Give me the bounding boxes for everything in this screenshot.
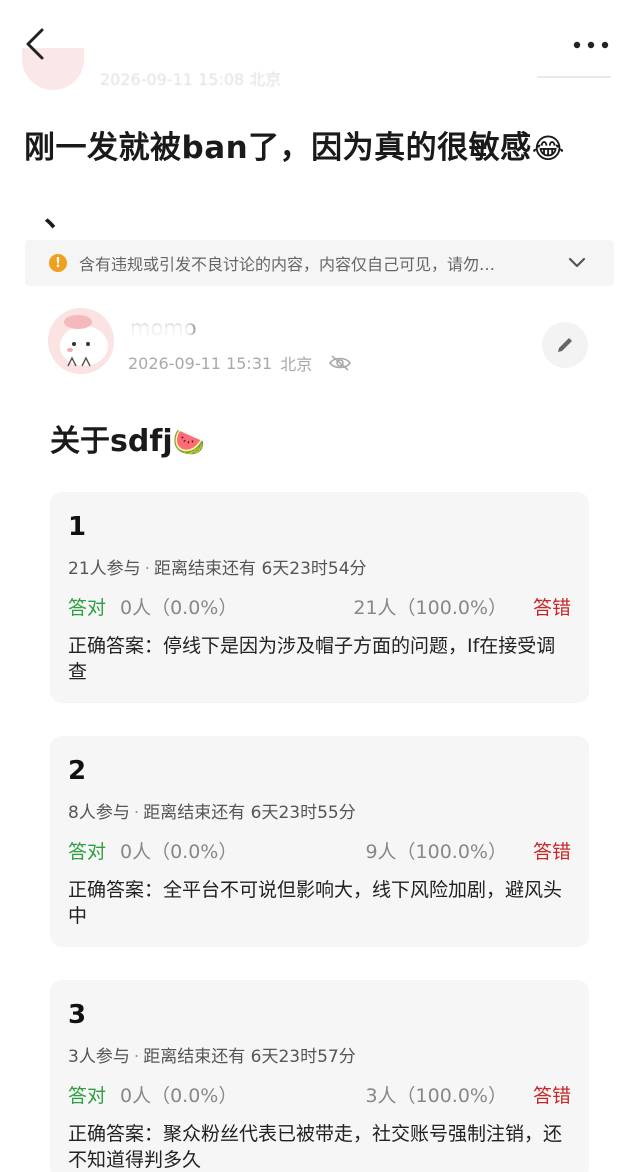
right-value: 0人（0.0%） [120, 597, 238, 619]
more-button[interactable] [571, 30, 611, 60]
quiz-stats-separator: · [144, 559, 151, 579]
post-title-text: 刚一发就被ban了，因为真的很敏感 [24, 130, 532, 166]
wrong-label: 答错 [532, 1085, 571, 1107]
post-title: 刚一发就被ban了，因为真的很敏感😂 [24, 122, 614, 167]
scrolled-divider [537, 76, 611, 78]
wrong-label: 答错 [532, 841, 571, 863]
pencil-icon [558, 338, 572, 352]
content-warning-bar[interactable]: ! 含有违规或引发不良讨论的内容，内容仅自己可见，请勿… [25, 240, 614, 286]
sub-post-title: 关于sdfj🍉 [50, 416, 205, 460]
quiz-participants: 8人参与 [68, 803, 130, 823]
right-label: 答对 [68, 1085, 107, 1107]
eye-off-icon [329, 355, 352, 371]
post-location: 北京 [280, 355, 313, 374]
sub-post-title-text: 关于sdfj [50, 424, 173, 459]
quiz-results: 答对 0人（0.0%） 3人（100.0%） 答错 [68, 1081, 571, 1109]
wrong-label: 答错 [532, 597, 571, 619]
warning-icon: ! [49, 254, 67, 272]
quiz-participants: 3人参与 [68, 1047, 130, 1067]
edit-button[interactable] [542, 322, 588, 368]
quiz-results: 答对 0人（0.0%） 21人（100.0%） 答错 [68, 593, 571, 621]
quiz-answer: 正确答案：全平台不可说但影响大，线下风险加剧，避风头中 [68, 879, 563, 927]
scrolled-meta: 2026-09-11 15:08 北京 [100, 70, 282, 89]
wrong-value: 9人（100.0%） [365, 841, 507, 863]
more-dots-icon [573, 41, 609, 49]
back-arrow-icon [26, 28, 44, 60]
chevron-down-icon[interactable] [568, 255, 586, 271]
quiz-stats: 8人参与 · 距离结束还有 6天23时55分 [68, 798, 571, 823]
quiz-remaining: 距离结束还有 6天23时54分 [154, 559, 367, 579]
quiz-number: 2 [68, 756, 87, 786]
post-title-tail: 、 [44, 198, 75, 234]
quiz-stats: 3人参与 · 距离结束还有 6天23时57分 [68, 1042, 571, 1067]
watermelon-emoji-icon: 🍉 [172, 428, 206, 458]
wrong-value: 3人（100.0%） [365, 1085, 507, 1107]
quiz-number: 3 [68, 1000, 87, 1030]
quiz-stats-separator: · [133, 803, 140, 823]
avatar[interactable] [48, 308, 114, 374]
post-timestamp: 2026-09-11 15:31 [128, 353, 273, 373]
quiz-stats-separator: · [133, 1047, 140, 1067]
right-label: 答对 [68, 841, 107, 863]
right-value: 0人（0.0%） [120, 841, 238, 863]
quiz-card[interactable]: 3 3人参与 · 距离结束还有 6天23时57分 答对 0人（0.0%） 3人（10… [50, 980, 589, 1172]
quiz-answer: 正确答案：停线下是因为涉及帽子方面的问题，If在接受调查 [68, 635, 556, 683]
author-meta: 2026-09-11 15:31 北京 [128, 351, 352, 375]
right-label: 答对 [68, 597, 107, 619]
avatar-image [48, 308, 114, 374]
quiz-participants: 21人参与 [68, 559, 141, 579]
quiz-card[interactable]: 1 21人参与 · 距离结束还有 6天23时54分 答对 0人（0.0%） 21人（… [50, 492, 589, 703]
laughing-emoji-icon: 😂 [531, 132, 565, 165]
quiz-results: 答对 0人（0.0%） 9人（100.0%） 答错 [68, 837, 571, 865]
quiz-number: 1 [68, 512, 87, 542]
quiz-remaining: 距离结束还有 6天23时55分 [143, 803, 356, 823]
quiz-remaining: 距离结束还有 6天23时57分 [143, 1047, 356, 1067]
name-blur [120, 318, 196, 348]
quiz-stats: 21人参与 · 距离结束还有 6天23时54分 [68, 554, 571, 579]
quiz-card[interactable]: 2 8人参与 · 距离结束还有 6天23时55分 答对 0人（0.0%） 9人（10… [50, 736, 589, 947]
warning-text: 含有违规或引发不良讨论的内容，内容仅自己可见，请勿… [79, 255, 496, 274]
quiz-answer: 正确答案：聚众粉丝代表已被带走，社交账号强制注销，还不知道得判多久 [68, 1123, 563, 1171]
right-value: 0人（0.0%） [120, 1085, 238, 1107]
top-bar: 2026-09-11 15:08 北京 [0, 0, 625, 90]
author-row: momo 2026-09-11 15:31 北京 [48, 308, 608, 378]
back-button[interactable] [18, 24, 54, 64]
wrong-value: 21人（100.0%） [353, 597, 507, 619]
